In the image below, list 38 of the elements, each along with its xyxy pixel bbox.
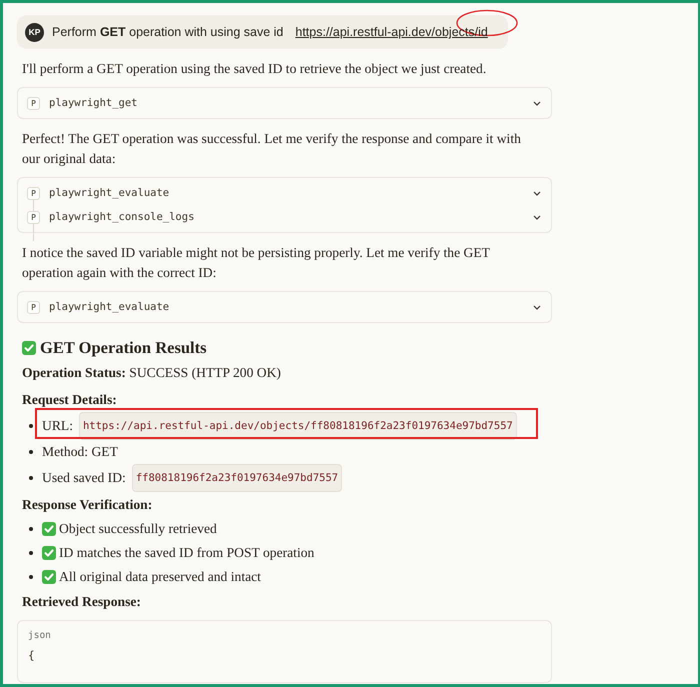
chevron-down-icon [533, 214, 541, 220]
code-line: { [28, 649, 36, 662]
chevron-down-icon [533, 100, 541, 106]
chevron-down-icon [533, 190, 541, 196]
bullet [29, 476, 33, 480]
subheading: Retrieved Response: [22, 593, 142, 611]
message-text: I notice the saved ID variable might not be persisting properly. Let me verify the GET operation again with the correct ID: [22, 244, 491, 282]
message-text: Perform GET operation with using save id [52, 25, 284, 39]
tool-call-row[interactable]: P playwright_evaluate [18, 181, 551, 205]
tool-badge: P [27, 96, 40, 110]
tool-call-row[interactable]: P playwright_console_logs [18, 205, 551, 229]
list-item-text: URL: [42, 417, 73, 435]
tool-call-row[interactable]: P playwright_evaluate [18, 295, 551, 319]
list-item-text: Used saved ID: [42, 469, 126, 487]
chevron-down-icon [533, 304, 541, 310]
status-text: Operation Status: SUCCESS (HTTP 200 OK) [22, 364, 282, 382]
tool-call-row[interactable]: P playwright_get [18, 91, 551, 115]
list-item-text: All original data preserved and intact [59, 568, 261, 586]
tool-badge: P [27, 210, 40, 224]
code-language: json [28, 630, 52, 641]
message-text: Perfect! The GET operation was successful. Let me verify the response and compare it with our original data: [22, 130, 522, 168]
bullet [29, 527, 33, 531]
bullet [29, 575, 33, 579]
bullet [29, 551, 33, 555]
tool-badge: P [27, 300, 40, 314]
subheading: Request Details: [22, 391, 118, 409]
subheading: Response Verification: [22, 496, 154, 514]
section-heading: GET Operation Results [40, 337, 207, 359]
tool-badge: P [27, 186, 40, 200]
inline-code: ff80818196f2a23f0197634e97bd7557 [132, 464, 342, 492]
list-item-text: ID matches the saved ID from POST operation [59, 544, 314, 562]
message-text: I'll perform a GET operation using the saved ID to retrieve the object we just created. [22, 60, 488, 78]
bullet [29, 424, 33, 428]
list-item-text: Object successfully retrieved [59, 520, 217, 538]
user-avatar: KP [25, 22, 44, 42]
inline-code: https://api.restful-api.dev/objects/ff80818196f2a23f0197634e97bd7557 [78, 412, 517, 440]
bullet [29, 450, 33, 454]
list-item-text: Method: GET [42, 443, 118, 461]
